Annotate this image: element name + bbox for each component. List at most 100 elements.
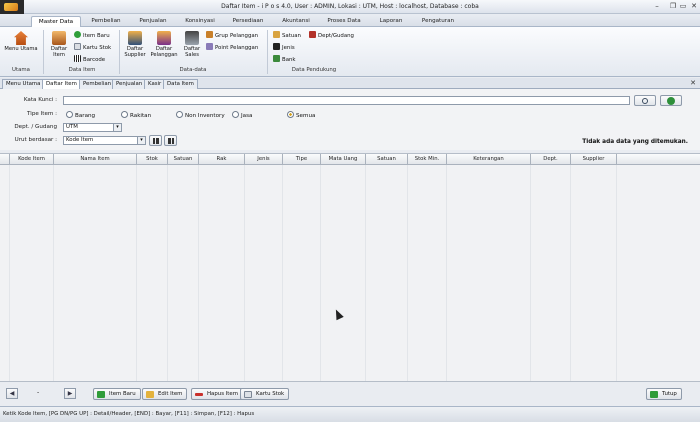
radio-semua[interactable]: Semua [287,111,315,120]
barcode-button[interactable]: Barcode [74,55,105,64]
tutup-button[interactable]: Tutup [646,388,682,400]
point-pelanggan-button[interactable]: Point Pelanggan [206,43,258,52]
radio-jasa[interactable]: Jasa [232,111,252,120]
tab-akuntansi[interactable]: Akuntansi [274,16,318,27]
column-header[interactable]: Dept. [531,154,571,165]
hapus-item-label: Hapus Item [207,391,238,397]
daftar-supplier-button[interactable]: Daftar Supplier [122,31,148,58]
window-title: Daftar Item - i P o s 4.0, User : ADMIN,… [221,3,479,10]
radio-rakitan-label: Rakitan [130,113,152,119]
supplier-icon [128,31,142,45]
daftar-item-button[interactable]: Daftar Item [47,31,71,58]
satuan-label: Satuan [282,33,301,39]
jenis-button[interactable]: Jenis [273,43,295,52]
grid-column-line [530,165,531,382]
radio-non-inventory[interactable]: Non Inventory [176,111,225,120]
column-header[interactable]: Stok [137,154,168,165]
edit-item-button[interactable]: Edit Item [142,388,188,400]
radio-barang-label: Barang [75,113,96,119]
column-header[interactable]: Kode Item [10,154,54,165]
edit-icon [146,391,154,398]
kata-kunci-input[interactable] [63,96,630,105]
column-header[interactable]: Mata Uang [321,154,366,165]
tab-proses-data[interactable]: Proses Data [321,16,367,27]
radio-barang[interactable]: Barang [66,111,95,120]
column-header[interactable]: Stok Min. [408,154,447,165]
bank-button[interactable]: Bank [273,55,296,64]
doctab-penjualan[interactable]: Penjualan [112,79,147,89]
radio-dot [232,111,239,118]
tab-pembelian[interactable]: Pembelian [84,16,128,27]
previous-page-button[interactable]: ◀ [6,388,18,399]
tipe-item-label: Tipe Item : [27,111,57,117]
next-page-button[interactable]: ▶ [64,388,76,399]
tab-konsinyasi[interactable]: Konsinyasi [178,16,222,27]
close-tab-icon[interactable]: ✕ [690,78,696,88]
barcode-icon [74,55,81,62]
group-icon [206,31,213,38]
column-header[interactable]: Tipe [283,154,321,165]
grid-column-line [136,165,137,382]
refresh-icon [667,97,675,105]
doctab-pembelian[interactable]: Pembelian [79,79,116,89]
urut-berdasar-select[interactable]: Kode Item ▾ [63,136,146,145]
column-header[interactable]: Rak [199,154,245,165]
dept-gudang-select[interactable]: UTM ▾ [63,123,122,132]
column-header[interactable]: Satuan [168,154,199,165]
grid-column-line [407,165,408,382]
item-baru-bottom-button[interactable]: Item Baru [93,388,141,400]
edit-item-label: Edit Item [158,391,183,397]
column-header[interactable]: Supplier [571,154,617,165]
grup-pelanggan-button[interactable]: Grup Pelanggan [206,31,258,40]
column-header[interactable]: Keterangan [447,154,531,165]
dept-gudang-button[interactable]: Dept/Gudang [309,31,354,40]
tab-pengaturan[interactable]: Pengaturan [415,16,461,27]
category-icon [273,43,280,50]
doctab-menu-utama[interactable]: Menu Utama [2,79,45,89]
daftar-pelanggan-label: Daftar Pelanggan [150,46,178,58]
kartu-stok-label: Kartu Stok [83,45,112,51]
kartu-stok-button[interactable]: Kartu Stok [74,43,111,52]
radio-jasa-label: Jasa [241,113,253,119]
radio-semua-label: Semua [296,113,316,119]
radio-rakitan[interactable]: Rakitan [121,111,151,120]
menu-utama-button[interactable]: Menu Utama [3,31,39,52]
card-icon [74,43,81,50]
sort-ascending-button[interactable] [149,135,162,146]
refresh-button[interactable] [660,95,682,106]
arrow-left-icon: ◀ [9,390,15,397]
tab-persediaan[interactable]: Persediaan [225,16,271,27]
sort-descending-icon [168,138,174,144]
status-text: Ketik Kode Item, [PG DN/PG UP] : Detail/… [3,411,255,417]
grid-header: Kode Item Nama Item Stok Satuan Rak Jeni… [0,154,700,165]
restore-button[interactable]: ❐ [668,2,678,11]
document-tabs: Menu Utama Daftar Item Pembelian Penjual… [0,78,700,89]
item-grid[interactable]: Kode Item Nama Item Stok Satuan Rak Jeni… [0,153,700,382]
warehouse-icon [309,31,316,38]
doctab-daftar-item[interactable]: Daftar Item [42,79,81,89]
item-baru-button[interactable]: Item Baru [74,31,110,40]
daftar-supplier-label: Daftar Supplier [124,46,146,58]
chevron-down-icon: ▾ [137,137,145,144]
column-header[interactable]: Nama Item [54,154,137,165]
tab-master-data[interactable]: Master Data [31,16,81,27]
radio-dot [66,111,73,118]
search-button[interactable] [634,95,656,106]
minimize-button[interactable]: – [652,2,662,11]
tab-laporan[interactable]: Laporan [370,16,412,27]
satuan-button[interactable]: Satuan [273,31,301,40]
column-header[interactable]: Satuan [366,154,408,165]
doctab-data-item[interactable]: Data Item [163,79,198,89]
grid-column-line [570,165,571,382]
sort-descending-button[interactable] [164,135,177,146]
maximize-button[interactable]: ▭ [678,2,688,11]
daftar-pelanggan-button[interactable]: Daftar Pelanggan [149,31,179,58]
tab-penjualan[interactable]: Penjualan [131,16,175,27]
hapus-item-button[interactable]: Hapus Item [191,388,243,400]
close-button[interactable]: ✕ [689,2,699,11]
daftar-sales-button[interactable]: Daftar Sales [181,31,203,58]
radio-dot-selected [287,111,294,118]
add-icon [74,31,81,38]
kartu-stok-bottom-button[interactable]: Kartu Stok [240,388,290,400]
column-header[interactable]: Jenis [245,154,283,165]
